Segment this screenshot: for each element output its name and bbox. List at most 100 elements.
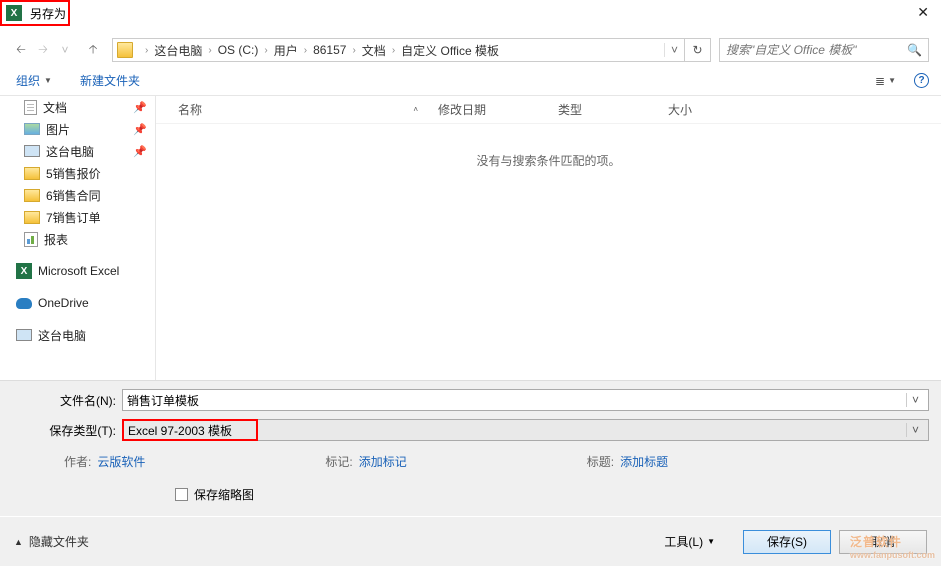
tools-label: 工具(L) bbox=[664, 533, 703, 550]
file-list-pane: 名称 ˄ 修改日期 类型 大小 没有与搜索条件匹配的项。 bbox=[156, 96, 941, 380]
sidebar-item-excel[interactable]: X Microsoft Excel bbox=[0, 260, 155, 282]
sidebar-item-label: 文档 bbox=[43, 99, 67, 116]
pin-icon[interactable]: 📌 bbox=[133, 145, 147, 158]
view-options-button[interactable]: ≣▼ bbox=[875, 74, 896, 88]
chevron-down-icon[interactable]: ˅ bbox=[906, 393, 924, 407]
filetype-value: Excel 97-2003 模板 bbox=[128, 422, 232, 439]
chevron-right-icon[interactable]: › bbox=[352, 45, 355, 56]
document-icon bbox=[24, 100, 37, 115]
sidebar-item-label: 图片 bbox=[46, 121, 70, 138]
chevron-right-icon[interactable]: › bbox=[208, 45, 211, 56]
sidebar-item-folder[interactable]: 6销售合同 bbox=[0, 184, 155, 206]
recent-dropdown[interactable]: ˅ bbox=[54, 39, 76, 61]
thumbnail-checkbox[interactable] bbox=[175, 488, 188, 501]
title-value[interactable]: 添加标题 bbox=[620, 455, 668, 469]
toolbar: 组织 ▼ 新建文件夹 ≣▼ ? bbox=[0, 66, 941, 96]
cloud-icon bbox=[16, 298, 32, 309]
hide-folders-toggle[interactable]: ▲隐藏文件夹 bbox=[14, 533, 89, 550]
window-title: 另存为 bbox=[30, 5, 66, 22]
folder-icon bbox=[24, 189, 40, 202]
cancel-button[interactable]: 取消 bbox=[839, 530, 927, 554]
hide-folders-label: 隐藏文件夹 bbox=[29, 533, 89, 550]
author-value[interactable]: 云版软件 bbox=[97, 455, 145, 469]
sort-indicator-icon: ˄ bbox=[413, 105, 418, 114]
chevron-right-icon[interactable]: › bbox=[392, 45, 395, 56]
sidebar-item-label: 报表 bbox=[44, 231, 68, 248]
picture-icon bbox=[24, 123, 40, 135]
chevron-right-icon[interactable]: › bbox=[304, 45, 307, 56]
sidebar-item-label: 7销售订单 bbox=[46, 209, 101, 226]
sidebar-item-label: 6销售合同 bbox=[46, 187, 101, 204]
thumbnail-label[interactable]: 保存缩略图 bbox=[194, 486, 254, 503]
sidebar-item-pictures[interactable]: 图片 📌 bbox=[0, 118, 155, 140]
chevron-down-icon: ▼ bbox=[707, 537, 715, 546]
bottom-panel: 文件名(N): ˅ 保存类型(T): Excel 97-2003 模板 ˅ 作者… bbox=[0, 380, 941, 566]
empty-message: 没有与搜索条件匹配的项。 bbox=[156, 152, 941, 169]
filename-combo[interactable]: ˅ bbox=[122, 389, 929, 411]
back-button[interactable]: 🡠 bbox=[10, 39, 32, 61]
sidebar: 文档 📌 图片 📌 这台电脑 📌 5销售报价 6销售合同 7销售订单 报表 X Micr… bbox=[0, 96, 156, 380]
title-highlight: X 另存为 bbox=[0, 0, 70, 26]
breadcrumb[interactable]: 文档 bbox=[362, 42, 386, 59]
title-label: 标题: bbox=[587, 455, 614, 469]
help-button[interactable]: ? bbox=[914, 73, 929, 88]
filetype-combo-ext[interactable]: ˅ bbox=[258, 419, 929, 441]
nav-bar: 🡠 🡢 ˅ 🡡 › 这台电脑 › OS (C:) › 用户 › 86157 › 文档› … bbox=[0, 35, 941, 65]
cancel-label: 取消 bbox=[871, 533, 895, 550]
tag-value[interactable]: 添加标记 bbox=[359, 455, 407, 469]
breadcrumb[interactable]: 用户 bbox=[274, 42, 298, 59]
chevron-right-icon[interactable]: › bbox=[264, 45, 267, 56]
address-dropdown[interactable]: ˅ bbox=[664, 43, 684, 57]
filename-label: 文件名(N): bbox=[30, 392, 116, 409]
folder-icon bbox=[24, 167, 40, 180]
excel-icon: X bbox=[16, 263, 32, 279]
author-label: 作者: bbox=[64, 455, 91, 469]
sidebar-item-label: OneDrive bbox=[38, 296, 89, 310]
column-headers: 名称 ˄ 修改日期 类型 大小 bbox=[156, 96, 941, 124]
search-icon[interactable]: 🔍 bbox=[907, 43, 922, 57]
sidebar-item-pc[interactable]: 这台电脑 bbox=[0, 324, 155, 346]
chevron-down-icon: ▼ bbox=[44, 76, 52, 85]
search-input[interactable] bbox=[720, 39, 928, 61]
breadcrumb[interactable]: OS (C:) bbox=[218, 43, 259, 57]
filename-input[interactable] bbox=[127, 393, 906, 407]
sidebar-item-folder[interactable]: 7销售订单 bbox=[0, 206, 155, 228]
new-folder-button[interactable]: 新建文件夹 bbox=[80, 72, 140, 89]
address-bar[interactable]: › 这台电脑 › OS (C:) › 用户 › 86157 › 文档 › 自定义 Offi… bbox=[112, 38, 711, 62]
save-button[interactable]: 保存(S) bbox=[743, 530, 831, 554]
folder-icon bbox=[24, 211, 40, 224]
save-label: 保存(S) bbox=[767, 533, 807, 550]
filetype-combo[interactable]: Excel 97-2003 模板 bbox=[122, 419, 258, 441]
close-icon[interactable]: ✕ bbox=[917, 4, 929, 21]
up-button[interactable]: 🡡 bbox=[82, 39, 104, 61]
sidebar-item-label: 这台电脑 bbox=[38, 327, 86, 344]
breadcrumb[interactable]: 这台电脑 bbox=[154, 42, 202, 59]
new-folder-label: 新建文件夹 bbox=[80, 72, 140, 89]
sidebar-item-documents[interactable]: 文档 📌 bbox=[0, 96, 155, 118]
forward-button: 🡢 bbox=[32, 39, 54, 61]
sidebar-item-thispc[interactable]: 这台电脑 📌 bbox=[0, 140, 155, 162]
pin-icon[interactable]: 📌 bbox=[133, 101, 147, 114]
col-date[interactable]: 修改日期 bbox=[438, 101, 558, 118]
tools-menu[interactable]: 工具(L) ▼ bbox=[664, 533, 715, 550]
chevron-down-icon[interactable]: ˅ bbox=[906, 423, 924, 437]
col-type[interactable]: 类型 bbox=[558, 101, 668, 118]
col-label: 名称 bbox=[178, 101, 202, 118]
sidebar-item-label: 5销售报价 bbox=[46, 165, 101, 182]
breadcrumb[interactable]: 自定义 Office 模板 bbox=[401, 42, 499, 59]
col-name[interactable]: 名称 ˄ bbox=[178, 101, 438, 118]
organize-menu[interactable]: 组织 ▼ bbox=[16, 72, 52, 89]
organize-label: 组织 bbox=[16, 72, 40, 89]
sidebar-item-onedrive[interactable]: OneDrive bbox=[0, 292, 155, 314]
sidebar-item-label: 这台电脑 bbox=[46, 143, 94, 160]
sidebar-item-label: Microsoft Excel bbox=[38, 264, 119, 278]
pin-icon[interactable]: 📌 bbox=[133, 123, 147, 136]
col-size[interactable]: 大小 bbox=[668, 101, 748, 118]
folder-icon bbox=[117, 42, 133, 58]
chevron-right-icon[interactable]: › bbox=[145, 45, 148, 56]
sidebar-item-folder[interactable]: 5销售报价 bbox=[0, 162, 155, 184]
search-box[interactable]: 🔍 bbox=[719, 38, 929, 62]
breadcrumb[interactable]: 86157 bbox=[313, 43, 346, 57]
sidebar-item-reports[interactable]: 报表 bbox=[0, 228, 155, 250]
refresh-button[interactable]: ↻ bbox=[684, 39, 710, 61]
